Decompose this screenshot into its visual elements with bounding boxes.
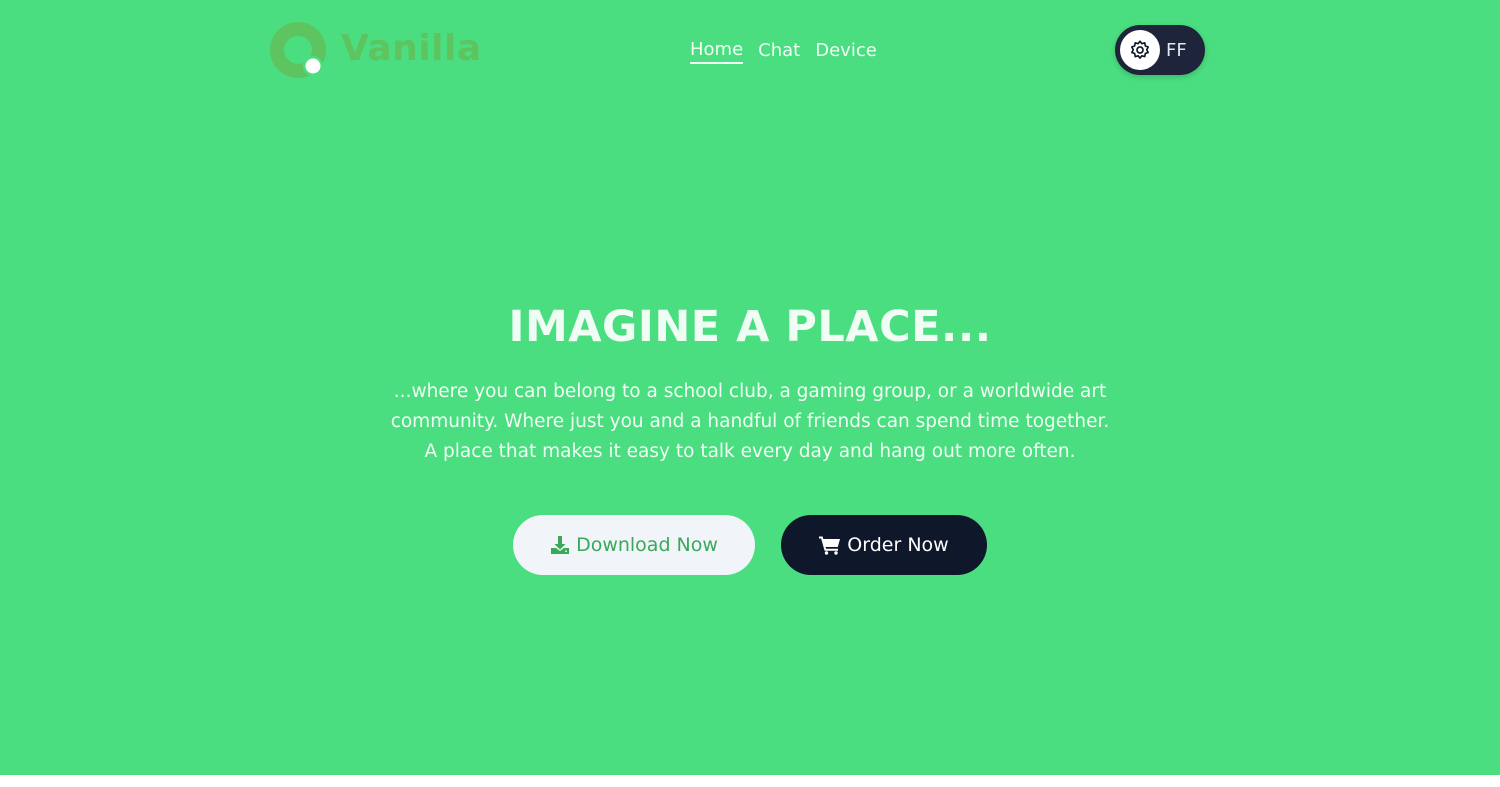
user-menu-button[interactable]: FF	[1115, 25, 1205, 75]
cart-icon	[819, 535, 841, 555]
download-now-button[interactable]: Download Now	[513, 515, 755, 575]
vanilla-logo-icon	[270, 21, 328, 79]
hero-section: Vanilla Home Chat Device FF IMAGINE A PL…	[0, 0, 1500, 775]
download-icon	[550, 535, 570, 555]
nav-home[interactable]: Home	[690, 38, 744, 64]
hero-title: IMAGINE A PLACE...	[508, 302, 992, 352]
main-nav: Home Chat Device	[690, 38, 877, 64]
order-now-button[interactable]: Order Now	[781, 515, 987, 575]
brand-logo[interactable]: Vanilla	[270, 20, 482, 80]
hero-subtitle: ...where you can belong to a school club…	[390, 381, 1110, 462]
order-now-label: Order Now	[847, 534, 949, 556]
gear-icon[interactable]	[1120, 30, 1160, 70]
nav-chat[interactable]: Chat	[758, 38, 800, 64]
user-initials: FF	[1166, 39, 1187, 61]
nav-device[interactable]: Device	[815, 38, 877, 64]
brand-name: Vanilla	[341, 28, 482, 69]
download-now-label: Download Now	[576, 534, 718, 556]
